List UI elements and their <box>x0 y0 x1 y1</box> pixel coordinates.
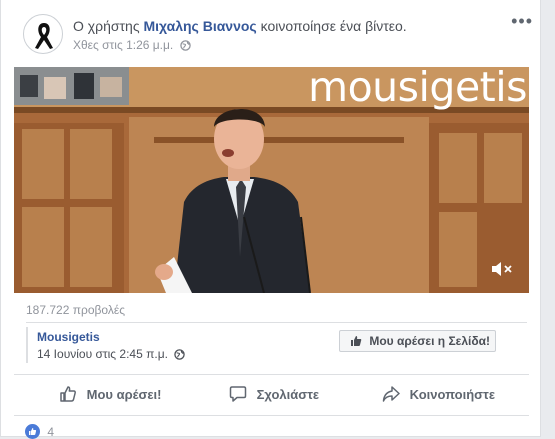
share-arrow-icon <box>382 386 400 402</box>
page-name-link[interactable]: Mousigetis <box>37 330 100 344</box>
post-title: Ο χρήστης Μιχαλης Βιαννος κοινοποίησε έν… <box>73 18 407 34</box>
post-header: Ο χρήστης Μιχαλης Βιαννος κοινοποίησε έν… <box>23 12 533 58</box>
black-ribbon-icon <box>35 23 53 49</box>
author-link[interactable]: Μιχαλης Βιαννος <box>143 18 256 34</box>
globe-icon <box>179 40 191 54</box>
title-prefix: Ο χρήστης <box>73 18 140 34</box>
comment-button-label: Σχολιάστε <box>256 387 320 402</box>
like-page-label: Μου αρέσει η Σελίδα! <box>369 334 490 348</box>
post-actions: Μου αρέσει! Σχολιάστε Κοινοποιήστε <box>14 374 529 416</box>
comment-icon <box>229 386 247 402</box>
like-button[interactable]: Μου αρέσει! <box>59 385 161 403</box>
more-options-icon[interactable]: ••• <box>511 12 533 30</box>
page-post-timestamp[interactable]: 14 Ιουνίου στις 2:45 π.μ. <box>37 347 168 361</box>
post-card: Ο χρήστης Μιχαλης Βιαννος κοινοποίησε έν… <box>0 0 541 439</box>
like-button-label: Μου αρέσει! <box>86 387 162 402</box>
share-button-label: Κοινοποιήστε <box>409 387 496 402</box>
avatar[interactable] <box>23 14 63 54</box>
share-button[interactable]: Κοινοποιήστε <box>382 385 495 403</box>
title-suffix: κοινοποίησε ένα βίντεο. <box>260 18 407 34</box>
attribution-divider <box>26 327 28 363</box>
video-player[interactable]: mousigetis <box>14 67 529 293</box>
comment-button[interactable]: Σχολιάστε <box>229 385 319 403</box>
thumbs-up-icon <box>351 336 362 346</box>
thumbs-up-icon <box>60 386 76 402</box>
page-post-time: 14 Ιουνίου στις 2:45 π.μ. <box>37 347 186 363</box>
video-watermark: mousigetis <box>308 67 527 111</box>
post-meta: Χθες στις 1:26 μ.μ. <box>73 38 191 54</box>
globe-icon <box>174 349 186 363</box>
shared-page-attribution: Mousigetis 14 Ιουνίου στις 2:45 π.μ. Μου… <box>26 322 527 367</box>
view-count: 187.722 προβολές <box>26 303 125 317</box>
like-page-button[interactable]: Μου αρέσει η Σελίδα! <box>339 330 496 352</box>
post-timestamp[interactable]: Χθες στις 1:26 μ.μ. <box>73 38 173 52</box>
